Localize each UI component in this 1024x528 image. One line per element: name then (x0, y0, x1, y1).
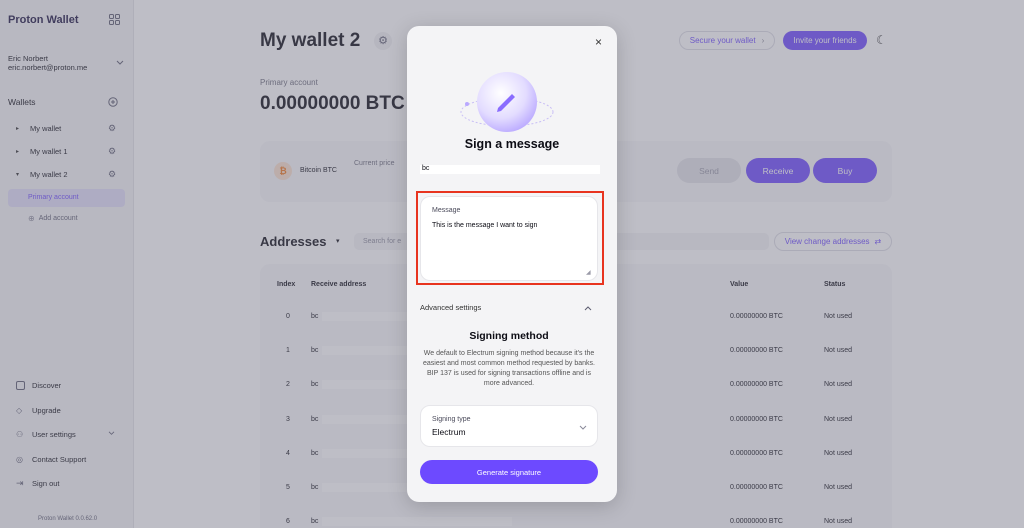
signing-method-title: Signing method (469, 330, 549, 342)
address-value: bc (420, 165, 600, 174)
close-icon[interactable]: × (595, 35, 602, 49)
message-label: Message (432, 207, 461, 214)
chevron-up-icon (584, 306, 592, 311)
generate-signature-button[interactable]: Generate signature (420, 460, 598, 484)
resize-handle-icon[interactable]: ◢ (586, 269, 591, 276)
signing-type-label: Signing type (432, 416, 471, 423)
modal-title: Sign a message (464, 137, 560, 151)
message-textarea[interactable]: Message This is the message I want to si… (420, 196, 598, 281)
sign-message-modal: × Sign a message bc Message This is the … (407, 26, 617, 502)
signing-type-value: Electrum (432, 427, 466, 437)
chevron-down-icon (579, 425, 587, 430)
address-prefix: bc (422, 165, 430, 172)
signing-method-description: We default to Electrum signing method be… (423, 350, 595, 387)
advanced-settings-label: Advanced settings (420, 303, 482, 312)
signing-type-select[interactable]: Signing type Electrum (420, 405, 598, 447)
sign-illustration (459, 56, 555, 146)
message-value: This is the message I want to sign (432, 222, 538, 229)
advanced-settings-toggle[interactable]: Advanced settings (420, 303, 598, 315)
